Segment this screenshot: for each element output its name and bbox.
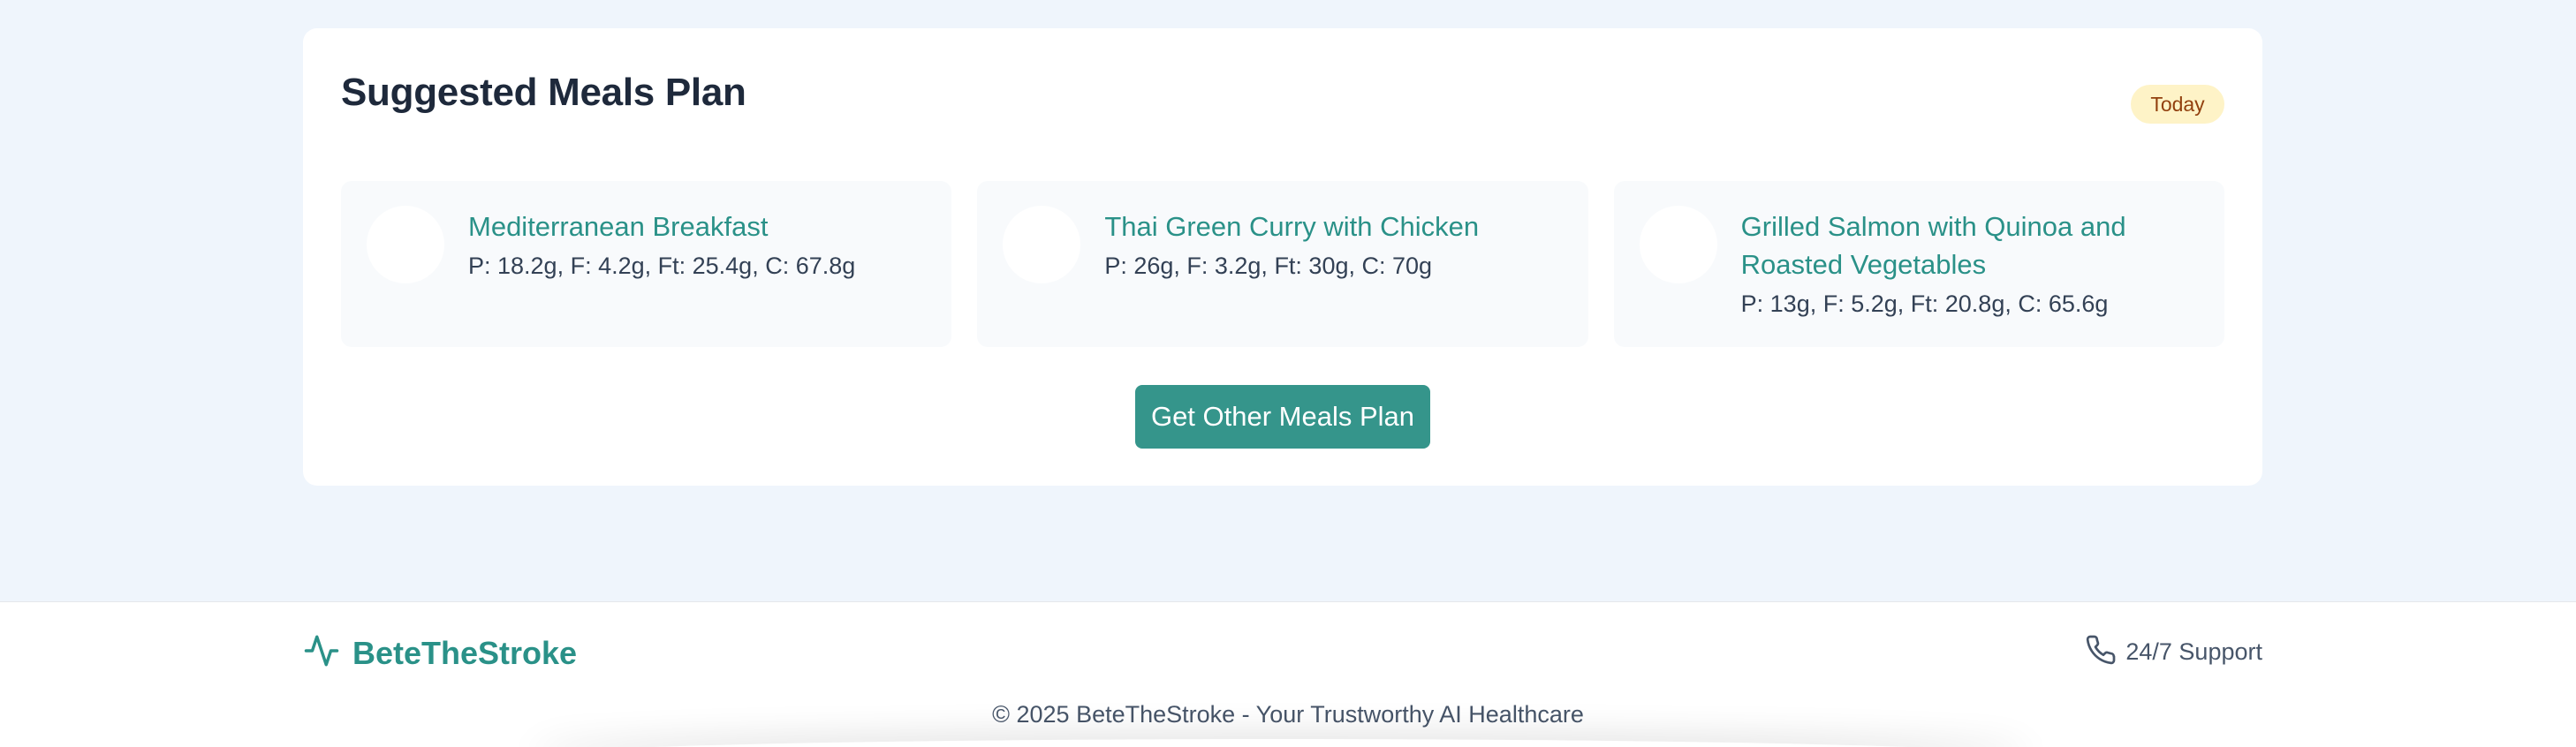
footer-brand[interactable]: BeteTheStroke [303,632,577,674]
meal-card[interactable]: Thai Green Curry with Chicken P: 26g, F:… [977,181,1588,347]
meal-image [1003,206,1081,283]
page: Suggested Meals Plan Today Mediterranean… [0,0,2576,747]
meal-macros: P: 18.2g, F: 4.2g, Ft: 25.4g, C: 67.8g [468,253,856,279]
meal-card[interactable]: Mediterranean Breakfast P: 18.2g, F: 4.2… [341,181,952,347]
brand-name: BeteTheStroke [352,634,578,671]
footer: BeteTheStroke 24/7 Support © 2025 BeteTh… [0,601,2576,747]
meal-macros: P: 13g, F: 5.2g, Ft: 20.8g, C: 65.6g [1740,290,2109,317]
meal-card[interactable]: Grilled Salmon with Quinoa and Roasted V… [1613,181,2224,347]
meal-name[interactable]: Grilled Salmon with Quinoa and Roasted V… [1741,208,2198,283]
suggested-meals-card: Suggested Meals Plan Today Mediterranean… [303,28,2262,486]
support-label: 24/7 Support [2125,638,2262,665]
meal-image [1639,206,1717,283]
copyright: © 2025 BeteTheStroke - Your Trustworthy … [992,701,1584,728]
today-badge: Today [2131,85,2224,124]
phone-icon [2085,634,2117,670]
meal-list: Mediterranean Breakfast P: 18.2g, F: 4.2… [341,181,2224,347]
bottom-shadow [530,739,2032,747]
activity-icon [303,632,340,674]
meal-name[interactable]: Thai Green Curry with Chicken [1104,208,1561,245]
support-link[interactable]: 24/7 Support [2085,634,2262,670]
meal-image [367,206,444,283]
card-title: Suggested Meals Plan [341,71,746,114]
get-other-meals-plan-button[interactable]: Get Other Meals Plan [1135,385,1430,449]
meal-macros: P: 26g, F: 3.2g, Ft: 30g, C: 70g [1104,253,1433,279]
meal-name[interactable]: Mediterranean Breakfast [468,208,925,245]
